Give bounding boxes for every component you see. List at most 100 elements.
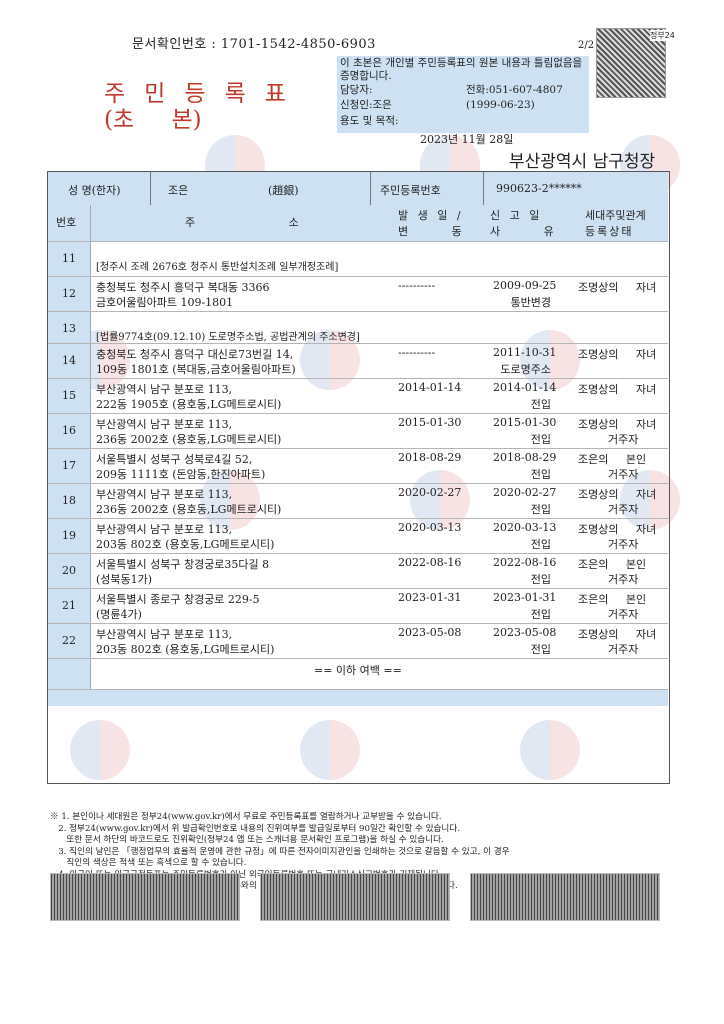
col-reason: 사 유 [490, 225, 554, 238]
row-status: 거주자 [608, 538, 639, 551]
footnote-line: 3. 직인의 날인은 「행정업무의 효율적 운영에 관한 규정」에 따른 전자이… [50, 846, 510, 857]
row-report-date: 2020-03-13 [493, 521, 557, 534]
row-divider [48, 413, 668, 414]
purpose-label: 용도 및 목적: [340, 115, 399, 127]
row-reason: 전입 [530, 573, 551, 586]
seal-label: 정부24 [650, 30, 675, 41]
row-occur-date: 2018-08-29 [398, 451, 462, 464]
certify-text: 이 초본은 개인별 주민등록표의 원본 내용과 틀림없음을 증명합니다. [340, 57, 583, 82]
row-report-date: 2015-01-30 [493, 416, 557, 429]
issuing-office: 부산광역시 남구청장 [509, 152, 656, 172]
staff-label: 담당자: [340, 84, 373, 96]
row-number: 12 [62, 287, 76, 300]
row-number: 11 [62, 252, 76, 265]
row-relation: 조은의 본인 [578, 453, 647, 466]
row-status: 거주자 [608, 573, 639, 586]
row-divider [48, 588, 668, 589]
barcode-icon [260, 873, 450, 921]
row-divider [48, 518, 668, 519]
row-divider [48, 658, 668, 659]
row-reason: 전입 [530, 608, 551, 621]
row-address-line2: 금호어울림아파트 109-1801 [96, 296, 234, 309]
footnote-line: ※ 1. 본인이나 세대원은 정부24(www.gov.kr)에서 무료로 주민… [50, 812, 442, 822]
row-relation: 조명상의 자녀 [578, 628, 657, 641]
row-reason: 전입 [530, 503, 551, 516]
rrn-value: 990623-2****** [496, 182, 582, 195]
row-reason: 전입 [530, 398, 551, 411]
col-relation: 세대주및관계 [585, 209, 646, 222]
row-divider [48, 689, 668, 690]
row-divider [48, 378, 668, 379]
document-confirm-number: 문서확인번호 : 1701-1542-4850-6903 [132, 37, 376, 52]
row-report-date: 2011-10-31 [493, 346, 557, 359]
rrn-label: 주민등록번호 [380, 184, 441, 197]
name-label: 성 명(한자) [68, 184, 121, 197]
footnote-line: 또한 문서 하단의 바코드로도 진위확인(정부24 앱 또는 스캐너용 문서확인… [50, 835, 444, 845]
row-number: 13 [62, 322, 76, 335]
row-occur-date: ---------- [398, 279, 436, 292]
row-occur-date: 2023-05-08 [398, 626, 462, 639]
end-marker: == 이하 여백 == [314, 664, 402, 677]
row-reason: 전입 [530, 468, 551, 481]
row-reason: 도로명주소 [500, 363, 551, 376]
col-no: 번호 [56, 216, 77, 229]
footnote-line: 직인의 색상은 적색 또는 흑색으로 할 수 있습니다. [50, 858, 247, 868]
row-relation: 조은의 본인 [578, 558, 647, 571]
row-address-line1: 부산광역시 남구 분포로 113, [96, 488, 233, 501]
row-divider [48, 343, 668, 344]
applicant-birth: (1999-06-23) [466, 99, 535, 111]
row-address-line1: 서울특별시 성북구 성북로4길 52, [96, 453, 253, 466]
phone-number: 전화:051-607-4807 [466, 84, 563, 96]
row-address-line1: 부산광역시 남구 분포로 113, [96, 418, 233, 431]
row-report-date: 2023-01-31 [493, 591, 557, 604]
footnote-line: 2. 정부24(www.gov.kr)에서 위 발급확인번호로 내용의 진위여부… [50, 823, 460, 834]
row-address-line2: 203동 802호 (용호동,LG메트로시티) [96, 538, 275, 551]
row-reason: 전입 [530, 538, 551, 551]
row-address-line1: 부산광역시 남구 분포로 113, [96, 523, 233, 536]
row-report-date: 2018-08-29 [493, 451, 557, 464]
row-occur-date: 2014-01-14 [398, 381, 462, 394]
row-reason: 전입 [530, 643, 551, 656]
row-address-line2: 222동 1905호 (용호동,LG메트로시티) [96, 398, 282, 411]
row-report-date: 2022-08-16 [493, 556, 557, 569]
row-divider [48, 311, 668, 312]
row-reason: 전입 [530, 433, 551, 446]
row-address-line1: 부산광역시 남구 분포로 113, [96, 628, 233, 641]
row-divider [48, 483, 668, 484]
row-number: 21 [62, 599, 76, 612]
row-address-line1: 부산광역시 남구 분포로 113, [96, 383, 233, 396]
col-address: 주 소 [185, 216, 299, 229]
row-occur-date: 2015-01-30 [398, 416, 462, 429]
row-report-date: 2023-05-08 [493, 626, 557, 639]
row-number: 14 [62, 354, 76, 367]
row-number: 17 [62, 459, 76, 472]
row-occur-date: 2022-08-16 [398, 556, 462, 569]
row-occur-date: 2020-03-13 [398, 521, 462, 534]
row-divider [48, 276, 668, 277]
row-address-line2: 109동 1801호 (복대동,금호어울림아파트) [96, 363, 296, 376]
row-address-line2: 236동 2002호 (용호동,LG메트로시티) [96, 503, 282, 516]
row-relation: 조명상의 자녀 [578, 488, 657, 501]
row-report-date: 2009-09-25 [493, 279, 557, 292]
col-status: 등록상태 [585, 225, 634, 238]
row-relation: 조은의 본인 [578, 593, 647, 606]
col-occur: 발 생 일 / [398, 209, 464, 222]
row-note: [법률9774호(09.12.10) 도로명주소법, 공법관계의 주소변경] [96, 332, 360, 343]
row-status: 거주자 [608, 468, 639, 481]
row-report-date: 2020-02-27 [493, 486, 557, 499]
row-address-line2: (성북동1가) [96, 573, 153, 586]
row-address-line1: 서울특별시 성북구 창경궁로35다길 8 [96, 558, 270, 571]
row-address-line2: 209동 1111호 (돈암동,한진아파트) [96, 468, 266, 481]
row-address-line2: (명륜4가) [96, 608, 142, 621]
row-divider [48, 241, 668, 242]
row-divider [48, 553, 668, 554]
issue-date: 2023년 11월 28일 [420, 133, 514, 146]
row-number: 16 [62, 424, 76, 437]
row-number: 18 [62, 494, 76, 507]
col-change: 변 동 [398, 225, 462, 238]
row-relation: 조명상의 자녀 [578, 418, 657, 431]
row-status: 거주자 [608, 433, 639, 446]
row-number: 19 [62, 529, 76, 542]
row-occur-date: 2020-02-27 [398, 486, 462, 499]
page-number: 2/2 [578, 40, 595, 51]
